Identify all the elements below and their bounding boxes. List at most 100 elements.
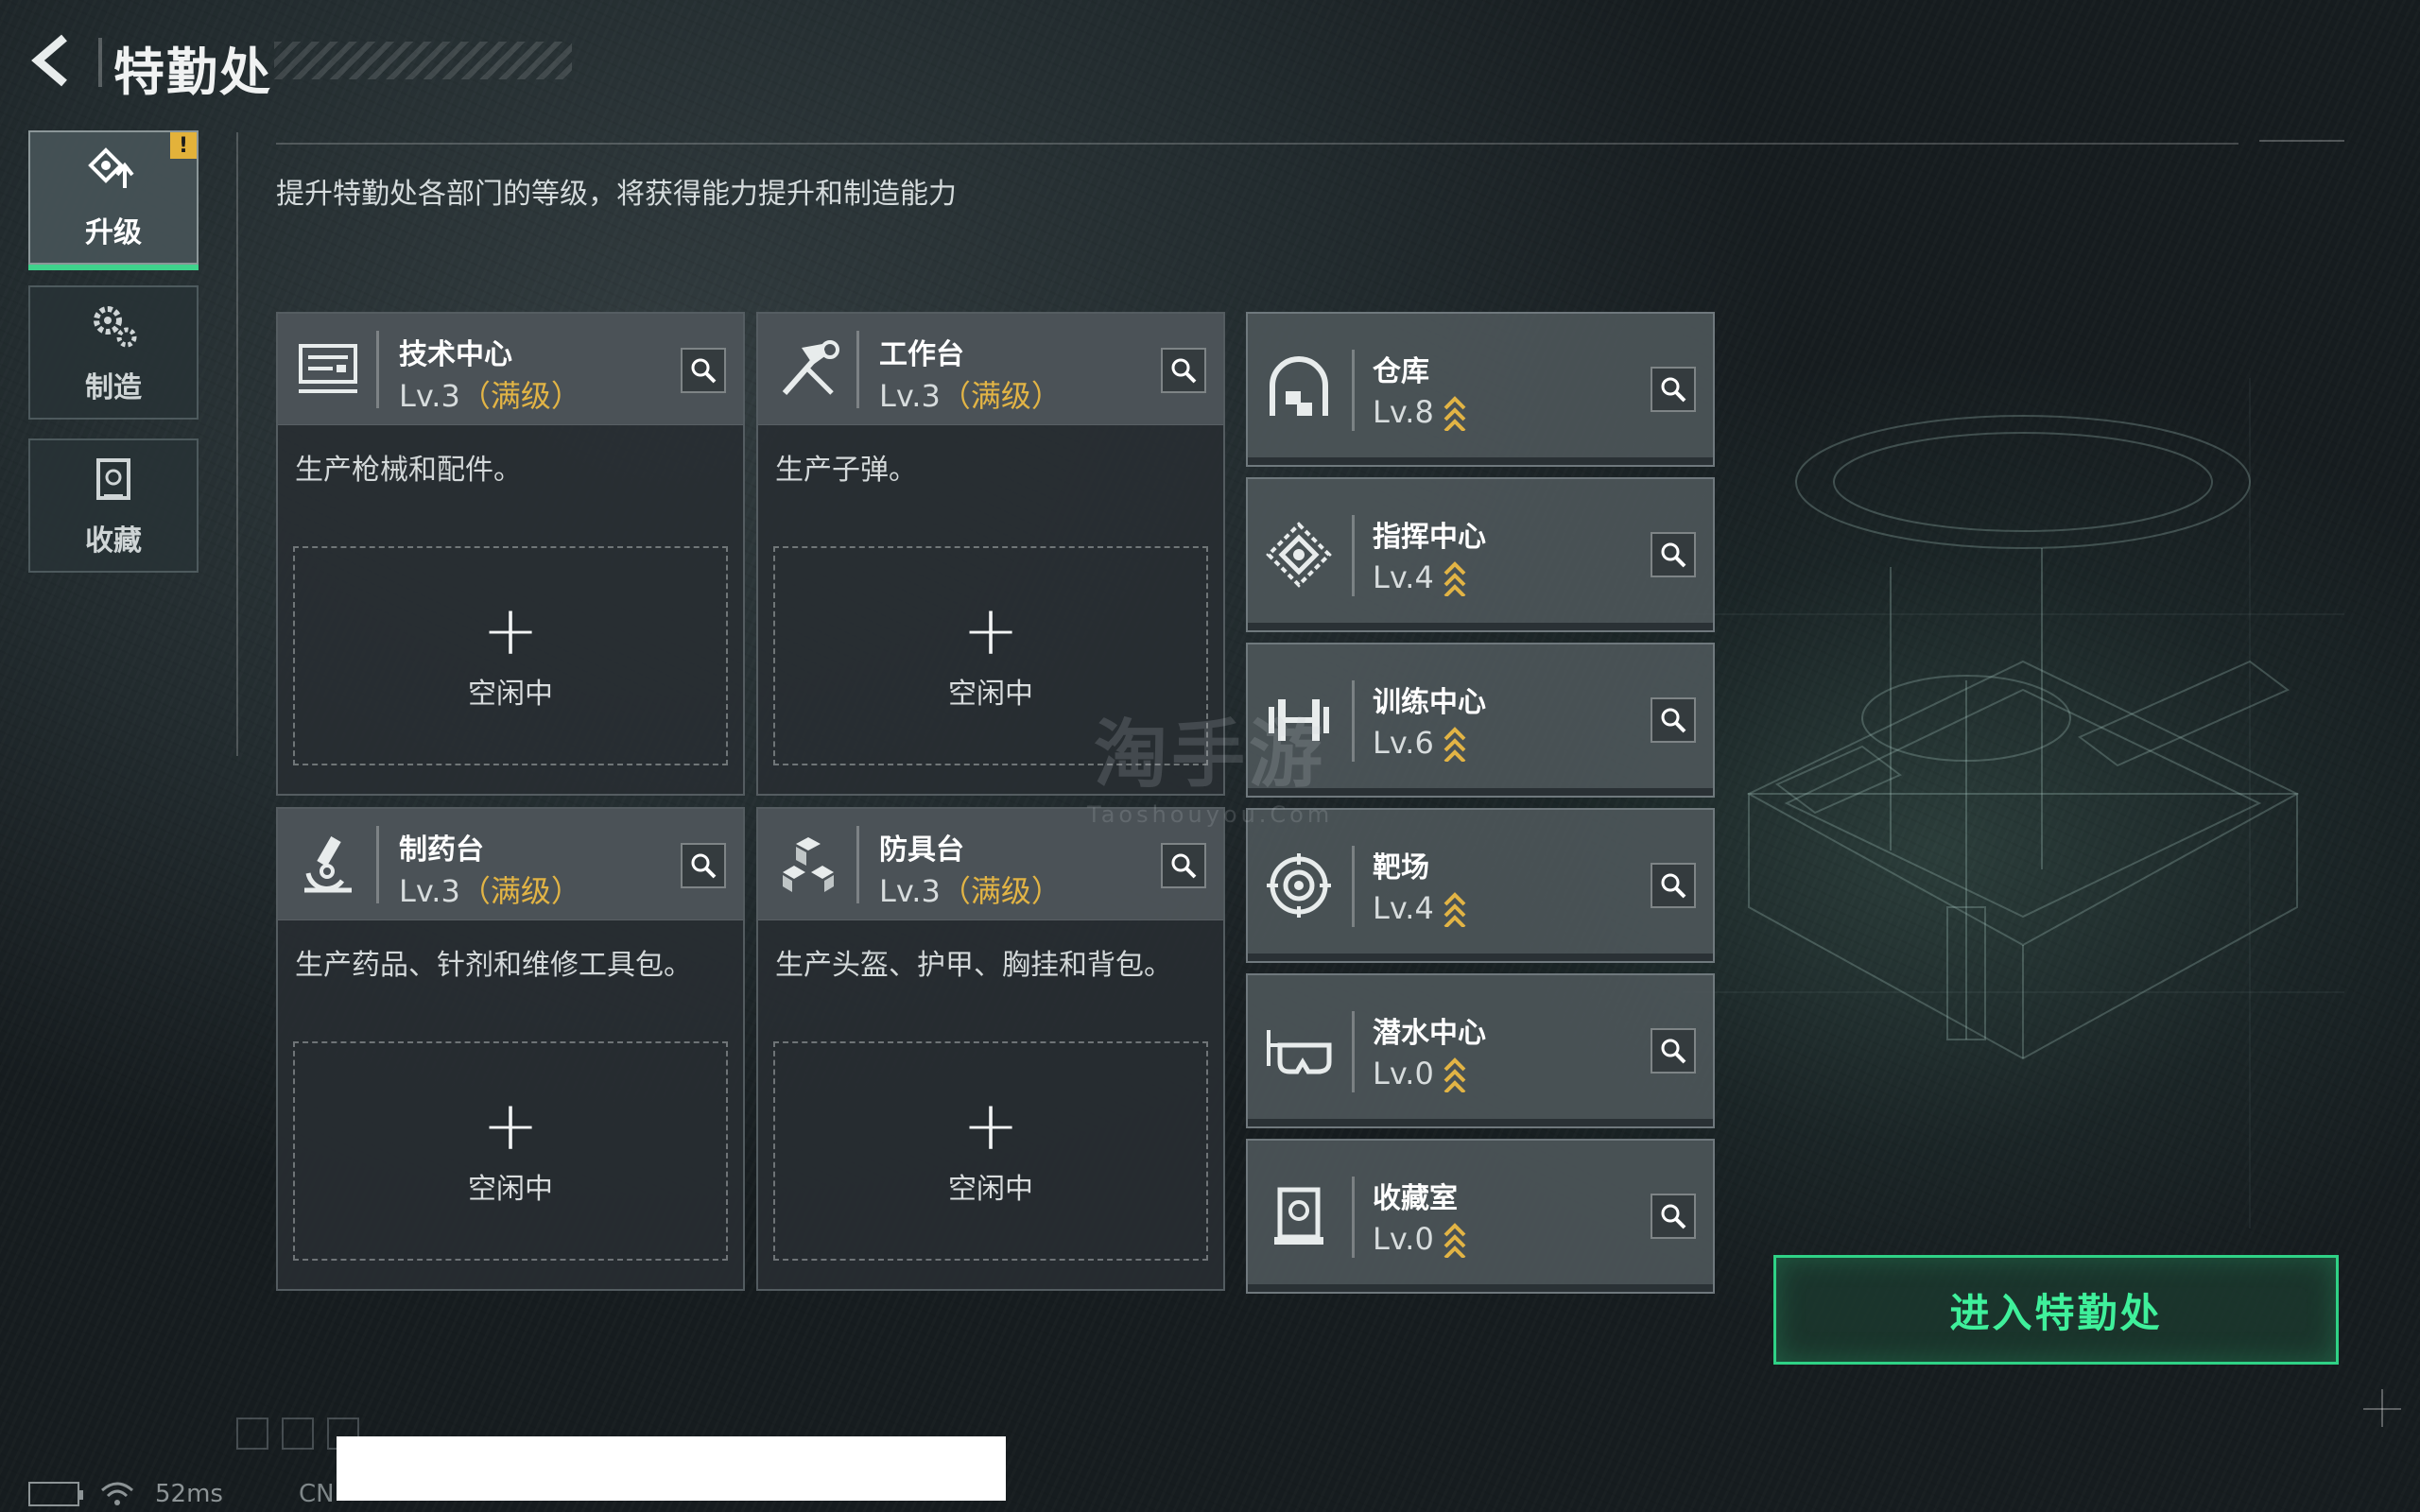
add-icon: +: [481, 591, 540, 670]
dept-header: 工作台 Lv.3（满级）: [758, 314, 1223, 425]
upgrade-available-icon: [1443, 1057, 1466, 1092]
cubes-icon: [783, 837, 834, 892]
slot-status: 空闲中: [948, 678, 1033, 711]
max-level-label: （满级）: [940, 378, 1062, 414]
facility-card-warehouse[interactable]: 仓库 Lv.8: [1246, 312, 1715, 467]
facility-name: 指挥中心: [1373, 521, 1486, 554]
production-slot[interactable]: + 空闲中: [773, 1041, 1208, 1261]
dept-level: Lv.3（满级）: [879, 372, 1062, 416]
tab-collection[interactable]: 收藏: [28, 438, 199, 573]
production-slot[interactable]: + 空闲中: [293, 546, 728, 765]
ping-value: 52ms: [155, 1480, 223, 1508]
add-icon: +: [481, 1086, 540, 1165]
facility-level: Lv.0: [1373, 1220, 1468, 1258]
slot-status: 空闲中: [468, 1173, 553, 1206]
search-icon: [1661, 1039, 1686, 1064]
level-value: Lv.4: [1373, 890, 1434, 926]
dept-description: 生产子弹。: [775, 454, 917, 487]
facility-card-shooting-range[interactable]: 靶场 Lv.4: [1246, 808, 1715, 963]
facility-name: 靶场: [1373, 851, 1429, 885]
decor-rule: [2259, 140, 2344, 142]
facility-divider: [1352, 515, 1355, 596]
inspect-button[interactable]: [1651, 532, 1696, 577]
level-value: Lv.6: [1373, 725, 1434, 761]
upgrade-available-icon: [1443, 892, 1466, 927]
tab-collection-label: 收藏: [85, 524, 142, 558]
facility-divider: [1352, 1177, 1355, 1258]
collection-icon: [96, 458, 130, 500]
facility-card-collection-room[interactable]: 收藏室 Lv.0: [1246, 1139, 1715, 1294]
slot-status: 空闲中: [468, 678, 553, 711]
search-icon: [1661, 708, 1686, 733]
sidebar-divider: [236, 132, 238, 756]
tech-center-icon: [299, 344, 357, 393]
upgrade-available-icon: [1443, 396, 1466, 431]
tab-upgrade[interactable]: 升级 !: [28, 130, 199, 270]
search-icon: [1661, 542, 1686, 568]
facility-level: Lv.6: [1373, 724, 1468, 762]
inspect-button[interactable]: [681, 348, 726, 393]
page-description: 提升特勤处各部门的等级，将获得能力提升和制造能力: [276, 178, 957, 211]
max-level-label: （满级）: [459, 873, 581, 909]
production-slot[interactable]: + 空闲中: [293, 1041, 728, 1261]
dept-header: 制药台 Lv.3（满级）: [278, 809, 743, 920]
dept-description: 生产药品、针剂和维修工具包。: [295, 949, 692, 982]
level-value: Lv.3: [879, 873, 941, 909]
status-bar: 52ms: [28, 1480, 223, 1508]
header-divider: [856, 826, 859, 903]
search-icon: [691, 853, 717, 879]
dept-card-pharmacy[interactable]: 制药台 Lv.3（满级） 生产药品、针剂和维修工具包。 + 空闲中: [276, 807, 745, 1291]
inspect-button[interactable]: [1651, 367, 1696, 412]
inspect-button[interactable]: [681, 843, 726, 888]
inspect-button[interactable]: [1161, 348, 1206, 393]
inspect-button[interactable]: [1651, 697, 1696, 743]
facility-level: Lv.4: [1373, 558, 1468, 596]
dept-name: 工作台: [879, 338, 964, 371]
page-title: 特勤处: [113, 43, 272, 102]
dept-name: 技术中心: [399, 338, 512, 371]
search-icon: [1171, 853, 1197, 879]
tab-craft-label: 制造: [85, 371, 142, 404]
facility-divider: [1352, 1011, 1355, 1092]
back-arrow-icon[interactable]: [26, 32, 83, 89]
decor-square: [282, 1418, 314, 1450]
collection-room-icon: [1274, 1187, 1323, 1245]
inspect-button[interactable]: [1651, 863, 1696, 908]
dept-level: Lv.3（满级）: [879, 868, 1062, 911]
header-divider: [376, 331, 379, 408]
search-icon: [1171, 358, 1197, 384]
inspect-button[interactable]: [1651, 1194, 1696, 1239]
search-icon: [691, 358, 717, 384]
dept-card-tech-center[interactable]: 技术中心 Lv.3（满级） 生产枪械和配件。 + 空闲中: [276, 312, 745, 796]
level-value: Lv.8: [1373, 394, 1434, 430]
warehouse-icon: [1270, 356, 1328, 416]
tab-craft[interactable]: 制造: [28, 285, 199, 420]
max-level-label: （满级）: [459, 378, 581, 414]
facility-card-command-center[interactable]: 指挥中心 Lv.4: [1246, 477, 1715, 632]
add-icon: +: [961, 591, 1020, 670]
dept-description: 生产枪械和配件。: [295, 454, 522, 487]
corner-decoration: [2381, 1389, 2383, 1427]
facility-divider: [1352, 680, 1355, 762]
slot-status: 空闲中: [948, 1173, 1033, 1206]
level-value: Lv.0: [1373, 1056, 1434, 1091]
facility-divider: [1352, 350, 1355, 431]
alert-badge: !: [170, 132, 197, 159]
max-level-label: （满级）: [940, 873, 1062, 909]
dept-card-armor-bench[interactable]: 防具台 Lv.3（满级） 生产头盔、护甲、胸挂和背包。 + 空闲中: [756, 807, 1225, 1291]
target-icon: [1267, 853, 1331, 918]
inspect-button[interactable]: [1651, 1028, 1696, 1074]
diving-mask-icon: [1267, 1030, 1332, 1074]
inspect-button[interactable]: [1161, 843, 1206, 888]
dept-header: 技术中心 Lv.3（满级）: [278, 314, 743, 425]
enter-special-ops-button[interactable]: 进入特勤处: [1773, 1255, 2339, 1365]
gears-icon: [94, 306, 137, 348]
upgrade-icon: [88, 147, 134, 188]
facility-name: 潜水中心: [1373, 1017, 1486, 1050]
decor-square: [236, 1418, 268, 1450]
facility-card-diving-center[interactable]: 潜水中心 Lv.0: [1246, 973, 1715, 1128]
base-model-illustration: [1683, 378, 2344, 1228]
level-value: Lv.4: [1373, 559, 1434, 595]
facility-name: 训练中心: [1373, 686, 1486, 719]
watermark-main: 淘手游: [1094, 713, 1327, 798]
